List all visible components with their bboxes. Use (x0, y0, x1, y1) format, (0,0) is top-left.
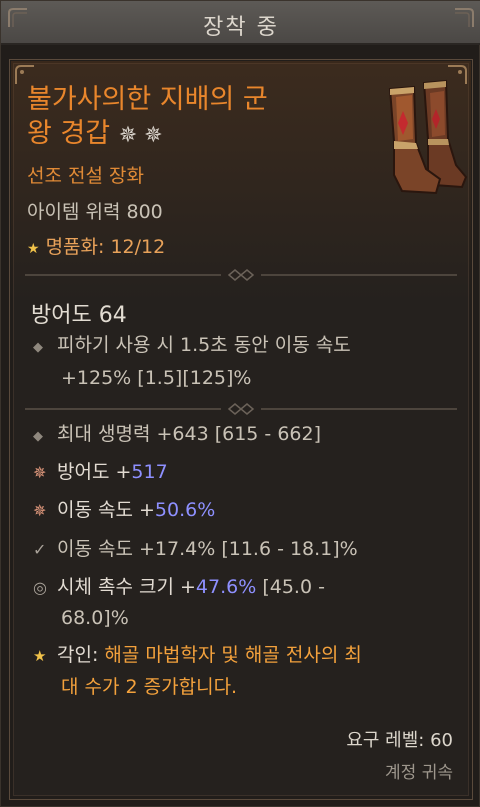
implicit-affix: ◆ 피하기 사용 시 1.5초 동안 이동 속도 +125% [1.5][125]… (33, 334, 351, 389)
armor-value: 방어도 64 (31, 303, 127, 328)
header-title: 장착 중 (203, 15, 279, 40)
section-divider (25, 403, 457, 415)
item-name-line2: 왕 경갑 (27, 118, 111, 149)
diamond-bullet-icon: ◆ (33, 340, 43, 355)
tempered-affix-icon: ✓ (33, 540, 47, 559)
affix-movement-speed: ✵ 이동 속도 +50.6% (33, 495, 215, 526)
item-power: 아이템 위력 800 (27, 201, 163, 223)
aspect-affix: ★ 각인: 해골 마법학자 및 해골 전사의 최 대 수가 2 증가합니다. (33, 640, 362, 703)
greater-affix-count-icon: ✵ ✵ (118, 123, 163, 148)
required-level: 요구 레벨: 60 (346, 730, 453, 751)
item-rarity: 선조 전설 장화 (27, 165, 144, 187)
greater-affix-icon: ✵ (33, 501, 47, 520)
affix-armor: ✵ 방어도 +517 (33, 457, 168, 488)
affix-corpse-tendrils: ◎ 시체 촉수 크기 +47.6% [45.0 - 68.0]% (33, 572, 325, 634)
section-divider (25, 269, 457, 281)
diamond-bullet-icon: ◆ (33, 429, 43, 444)
greater-affix-icon: ✵ (33, 463, 47, 482)
tempered-swirl-icon: ◎ (33, 578, 47, 597)
item-name: 불가사의한 지배의 군 왕 경갑 ✵ ✵ (27, 83, 357, 153)
masterwork-level: ★ 명품화: 12/12 (27, 232, 165, 259)
item-tooltip: 장착 중 불가사의한 지배의 군 왕 경갑 ✵ ✵ 선조 전설 장화 아이템 위… (0, 0, 480, 807)
star-icon: ★ (27, 241, 40, 257)
affix-movement-speed-tempered: ✓ 이동 속도 +17.4% [11.6 - 18.1]% (33, 534, 358, 565)
corner-ornament-icon (453, 7, 475, 29)
account-bound: 계정 귀속 (385, 763, 453, 783)
corner-ornament-icon (7, 7, 29, 29)
star-icon: ★ (33, 647, 47, 665)
equipped-header: 장착 중 (1, 1, 480, 45)
affix-max-life: ◆ 최대 생명력 +643 [615 - 662] (33, 419, 321, 452)
masterwork-text: 명품화: 12/12 (45, 236, 166, 258)
item-name-line1: 불가사의한 지배의 군 (27, 84, 268, 115)
boots-icon (376, 79, 468, 197)
